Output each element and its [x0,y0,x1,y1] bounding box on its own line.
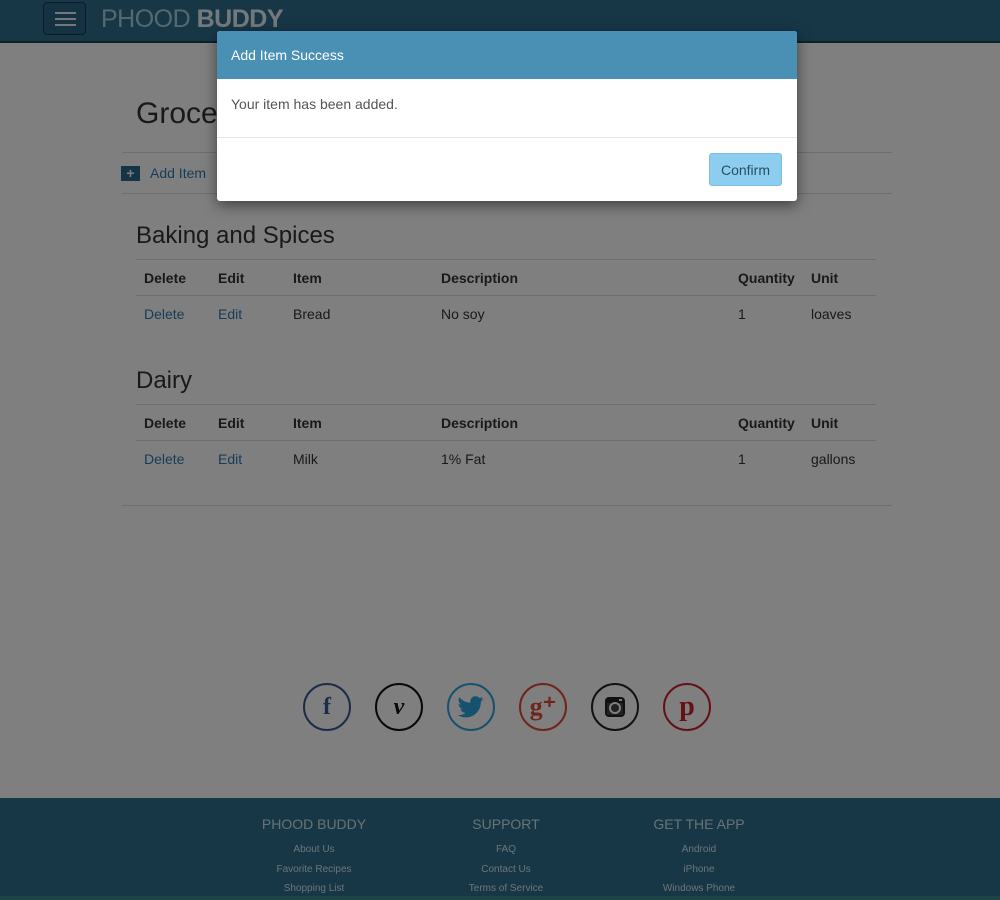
success-dialog: Add Item Success Your item has been adde… [217,31,797,201]
confirm-button[interactable]: Confirm [709,153,782,186]
dialog-header: Add Item Success [217,31,797,79]
dialog-body: Your item has been added. [217,79,797,138]
dialog-message: Your item has been added. [231,96,398,112]
dialog-title: Add Item Success [231,47,344,63]
